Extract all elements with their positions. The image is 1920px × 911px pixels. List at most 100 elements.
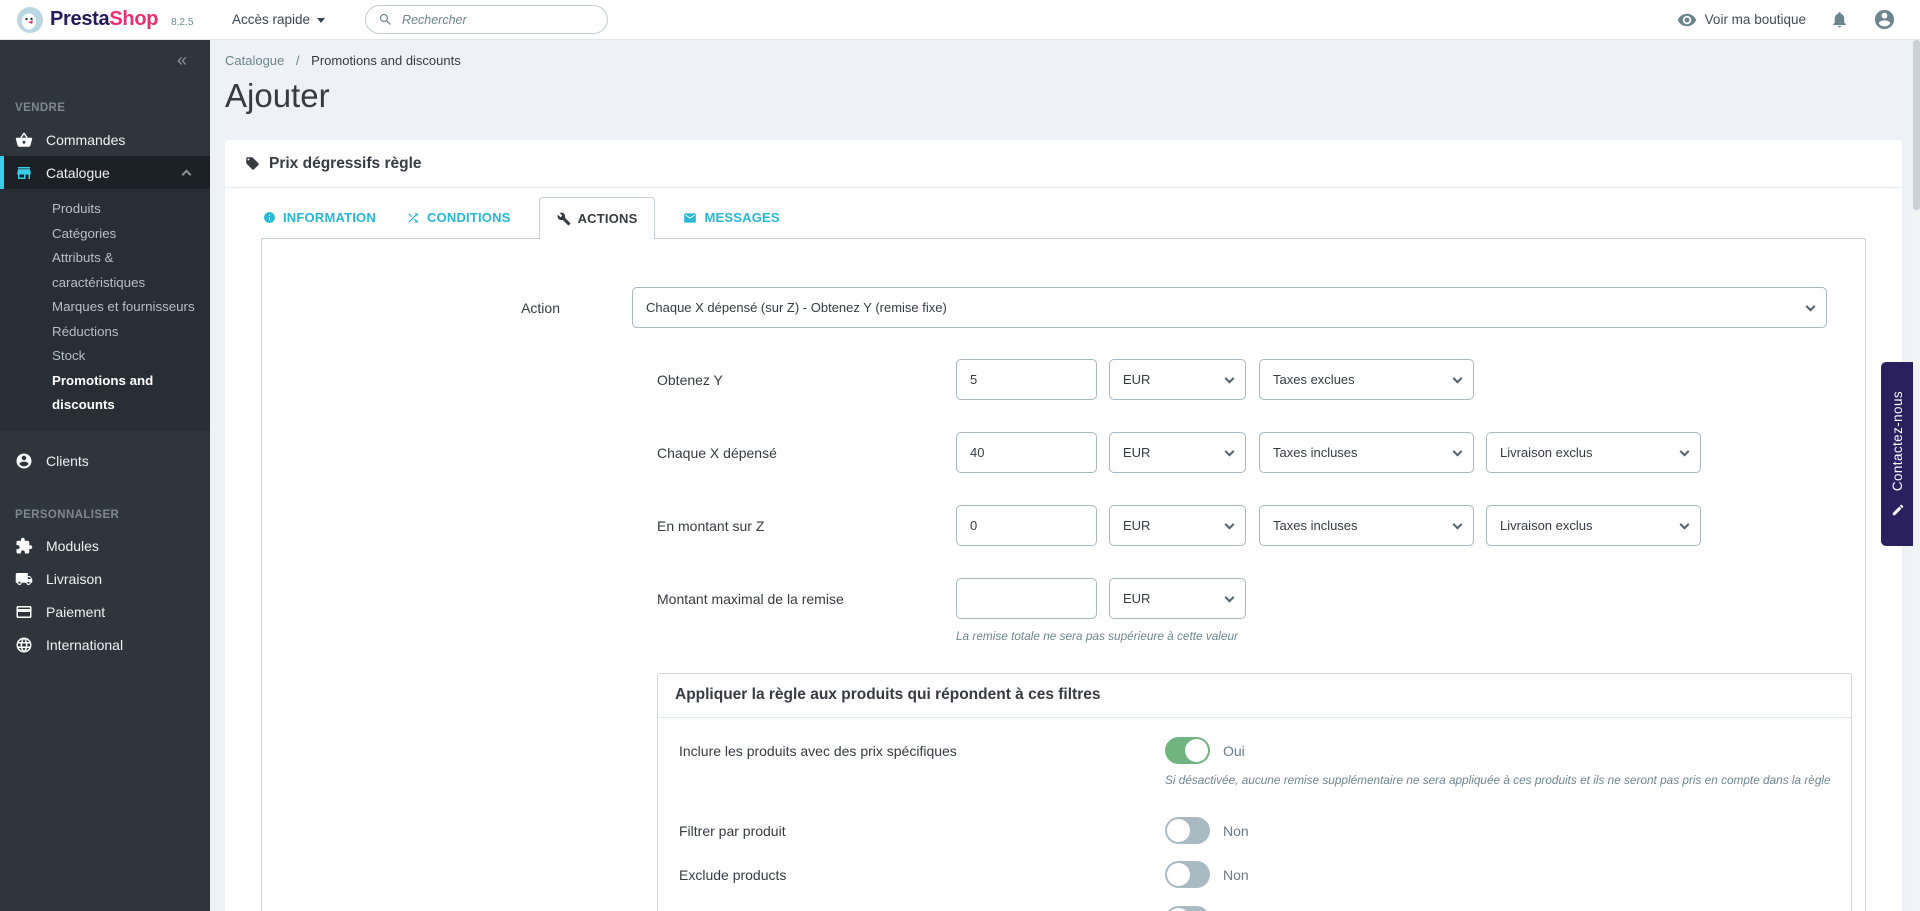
- tab-label: ACTIONS: [578, 211, 638, 226]
- page-title: Ajouter: [225, 77, 1902, 115]
- prestashop-logo[interactable]: PrestaShop 8.2.5: [0, 7, 212, 33]
- panel-header: Prix dégressifs règle: [225, 140, 1902, 188]
- sidebar-item-international[interactable]: International: [0, 629, 210, 662]
- puzzle-icon: [15, 537, 33, 555]
- view-shop-label: Voir ma boutique: [1705, 12, 1806, 27]
- truck-icon: [15, 570, 33, 588]
- tag-icon: [245, 156, 260, 171]
- tax-select-control[interactable]: Taxes incluses: [1259, 505, 1474, 546]
- tab-label: MESSAGES: [704, 210, 779, 225]
- global-search[interactable]: [365, 5, 608, 34]
- toggle-label: Filtrer par produit: [679, 823, 1165, 839]
- currency-select-control[interactable]: EUR: [1109, 432, 1246, 473]
- sidebar-item-label: Modules: [46, 538, 99, 554]
- currency-select-control[interactable]: EUR: [1109, 578, 1246, 619]
- amount-input[interactable]: [956, 505, 1097, 546]
- toggle-knob: [1167, 863, 1190, 886]
- row-obtenez-y: Obtenez Y EUR Taxes exclues: [657, 359, 1827, 400]
- currency-select-control[interactable]: EUR: [1109, 359, 1246, 400]
- sidebar-item-label: Clients: [46, 453, 89, 469]
- toggle-switch-off[interactable]: [1165, 861, 1210, 888]
- chevron-up-icon: [182, 170, 192, 180]
- tab-information[interactable]: INFORMATION: [261, 197, 378, 238]
- tab-messages[interactable]: MESSAGES: [681, 197, 781, 238]
- notifications-bell-icon[interactable]: [1830, 10, 1849, 29]
- row-en-montant: En montant sur Z EUR Taxes incluses Livr…: [657, 505, 1827, 546]
- tax-select[interactable]: Taxes exclues: [1259, 359, 1474, 400]
- currency-select-control[interactable]: EUR: [1109, 505, 1246, 546]
- sidebar-item-livraison[interactable]: Livraison: [0, 563, 210, 596]
- sidebar-item-modules[interactable]: Modules: [0, 530, 210, 563]
- currency-select[interactable]: EUR: [1109, 505, 1246, 546]
- quick-access-dropdown[interactable]: Accès rapide: [232, 12, 325, 27]
- amount-input[interactable]: [956, 578, 1097, 619]
- search-input[interactable]: [402, 13, 595, 27]
- toggle-state: Oui: [1223, 743, 1245, 759]
- breadcrumb-current: Promotions and discounts: [311, 53, 461, 68]
- sidebar-item-catalogue[interactable]: Catalogue: [0, 156, 210, 189]
- sidebar-subitem-produits[interactable]: Produits: [52, 197, 210, 222]
- sidebar-subitem-categories[interactable]: Catégories: [52, 222, 210, 247]
- shipping-select-control[interactable]: Livraison exclus: [1486, 505, 1701, 546]
- tab-conditions[interactable]: CONDITIONS: [404, 197, 513, 238]
- shuffle-icon: [406, 211, 420, 225]
- sidebar-subitem-promotions[interactable]: Promotions and discounts: [52, 369, 210, 418]
- toggle-state: Non: [1223, 823, 1249, 839]
- toggle-switch-off[interactable]: [1165, 817, 1210, 844]
- row-montant-maximal: Montant maximal de la remise EUR: [657, 578, 1827, 619]
- tax-select[interactable]: Taxes incluses: [1259, 432, 1474, 473]
- user-avatar-icon[interactable]: [1873, 8, 1896, 31]
- amount-input[interactable]: [956, 432, 1097, 473]
- tax-select-control[interactable]: Taxes incluses: [1259, 432, 1474, 473]
- currency-select[interactable]: EUR: [1109, 578, 1246, 619]
- shipping-select[interactable]: Livraison exclus: [1486, 432, 1701, 473]
- sidebar-item-commandes[interactable]: Commandes: [0, 123, 210, 156]
- field-label: En montant sur Z: [657, 518, 956, 534]
- catalogue-submenu: Produits Catégories Attributs & caractér…: [0, 189, 210, 431]
- sidebar-subitem-reductions[interactable]: Réductions: [52, 320, 210, 345]
- sidebar-subitem-attributs[interactable]: Attributs & caractéristiques: [52, 246, 210, 295]
- scrollbar-thumb[interactable]: [1913, 40, 1920, 210]
- toggle-state: Non: [1223, 867, 1249, 883]
- field-label: Montant maximal de la remise: [657, 591, 956, 607]
- toggle-row-filter-product: Filtrer par produit Non: [679, 817, 1851, 844]
- shipping-select-control[interactable]: Livraison exclus: [1486, 432, 1701, 473]
- sidebar-subitem-marques[interactable]: Marques et fournisseurs: [52, 295, 210, 320]
- breadcrumb: Catalogue / Promotions and discounts: [225, 53, 1902, 68]
- toggle-hint: Si désactivée, aucune remise supplémenta…: [1165, 773, 1851, 787]
- max-amount-hint: La remise totale ne sera pas supérieure …: [956, 629, 1827, 643]
- page-scrollbar[interactable]: [1913, 40, 1920, 911]
- view-shop-link[interactable]: Voir ma boutique: [1677, 10, 1806, 30]
- currency-select[interactable]: EUR: [1109, 432, 1246, 473]
- toggle-switch-off[interactable]: [1165, 906, 1210, 911]
- main-content: Catalogue / Promotions and discounts Ajo…: [210, 40, 1920, 911]
- sidebar-subitem-stock[interactable]: Stock: [52, 344, 210, 369]
- contact-us-tab[interactable]: Contactez-nous: [1881, 362, 1914, 546]
- breadcrumb-separator: /: [296, 53, 300, 68]
- tax-select-control[interactable]: Taxes exclues: [1259, 359, 1474, 400]
- action-select[interactable]: Chaque X dépensé (sur Z) - Obtenez Y (re…: [632, 287, 1827, 328]
- breadcrumb-parent[interactable]: Catalogue: [225, 53, 284, 68]
- sidebar-group-catalogue: Catalogue Produits Catégories Attributs …: [0, 156, 210, 431]
- shipping-select[interactable]: Livraison exclus: [1486, 505, 1701, 546]
- sidebar: « VENDRE Commandes Catalogue Produits Ca…: [0, 40, 210, 911]
- action-select-control[interactable]: Chaque X dépensé (sur Z) - Obtenez Y (re…: [632, 287, 1827, 328]
- sidebar-collapse-button[interactable]: «: [0, 40, 210, 71]
- action-row: Action Chaque X dépensé (sur Z) - Obtene…: [300, 287, 1827, 328]
- toggle-switch-on[interactable]: [1165, 737, 1210, 764]
- tab-label: CONDITIONS: [427, 210, 511, 225]
- person-icon: [15, 452, 33, 470]
- tab-actions[interactable]: ACTIONS: [539, 197, 656, 239]
- toggle-label: Exclude products: [679, 867, 1165, 883]
- sidebar-item-label: International: [46, 637, 123, 653]
- amount-input[interactable]: [956, 359, 1097, 400]
- toggle-knob: [1167, 819, 1190, 842]
- currency-select[interactable]: EUR: [1109, 359, 1246, 400]
- tax-select[interactable]: Taxes incluses: [1259, 505, 1474, 546]
- sidebar-item-clients[interactable]: Clients: [0, 445, 210, 478]
- prestashop-mascot-icon: [17, 7, 43, 33]
- wrench-icon: [557, 212, 571, 226]
- pencil-icon: [1891, 503, 1905, 517]
- topbar: PrestaShop 8.2.5 Accès rapide Voir ma bo…: [0, 0, 1920, 40]
- sidebar-item-paiement[interactable]: Paiement: [0, 596, 210, 629]
